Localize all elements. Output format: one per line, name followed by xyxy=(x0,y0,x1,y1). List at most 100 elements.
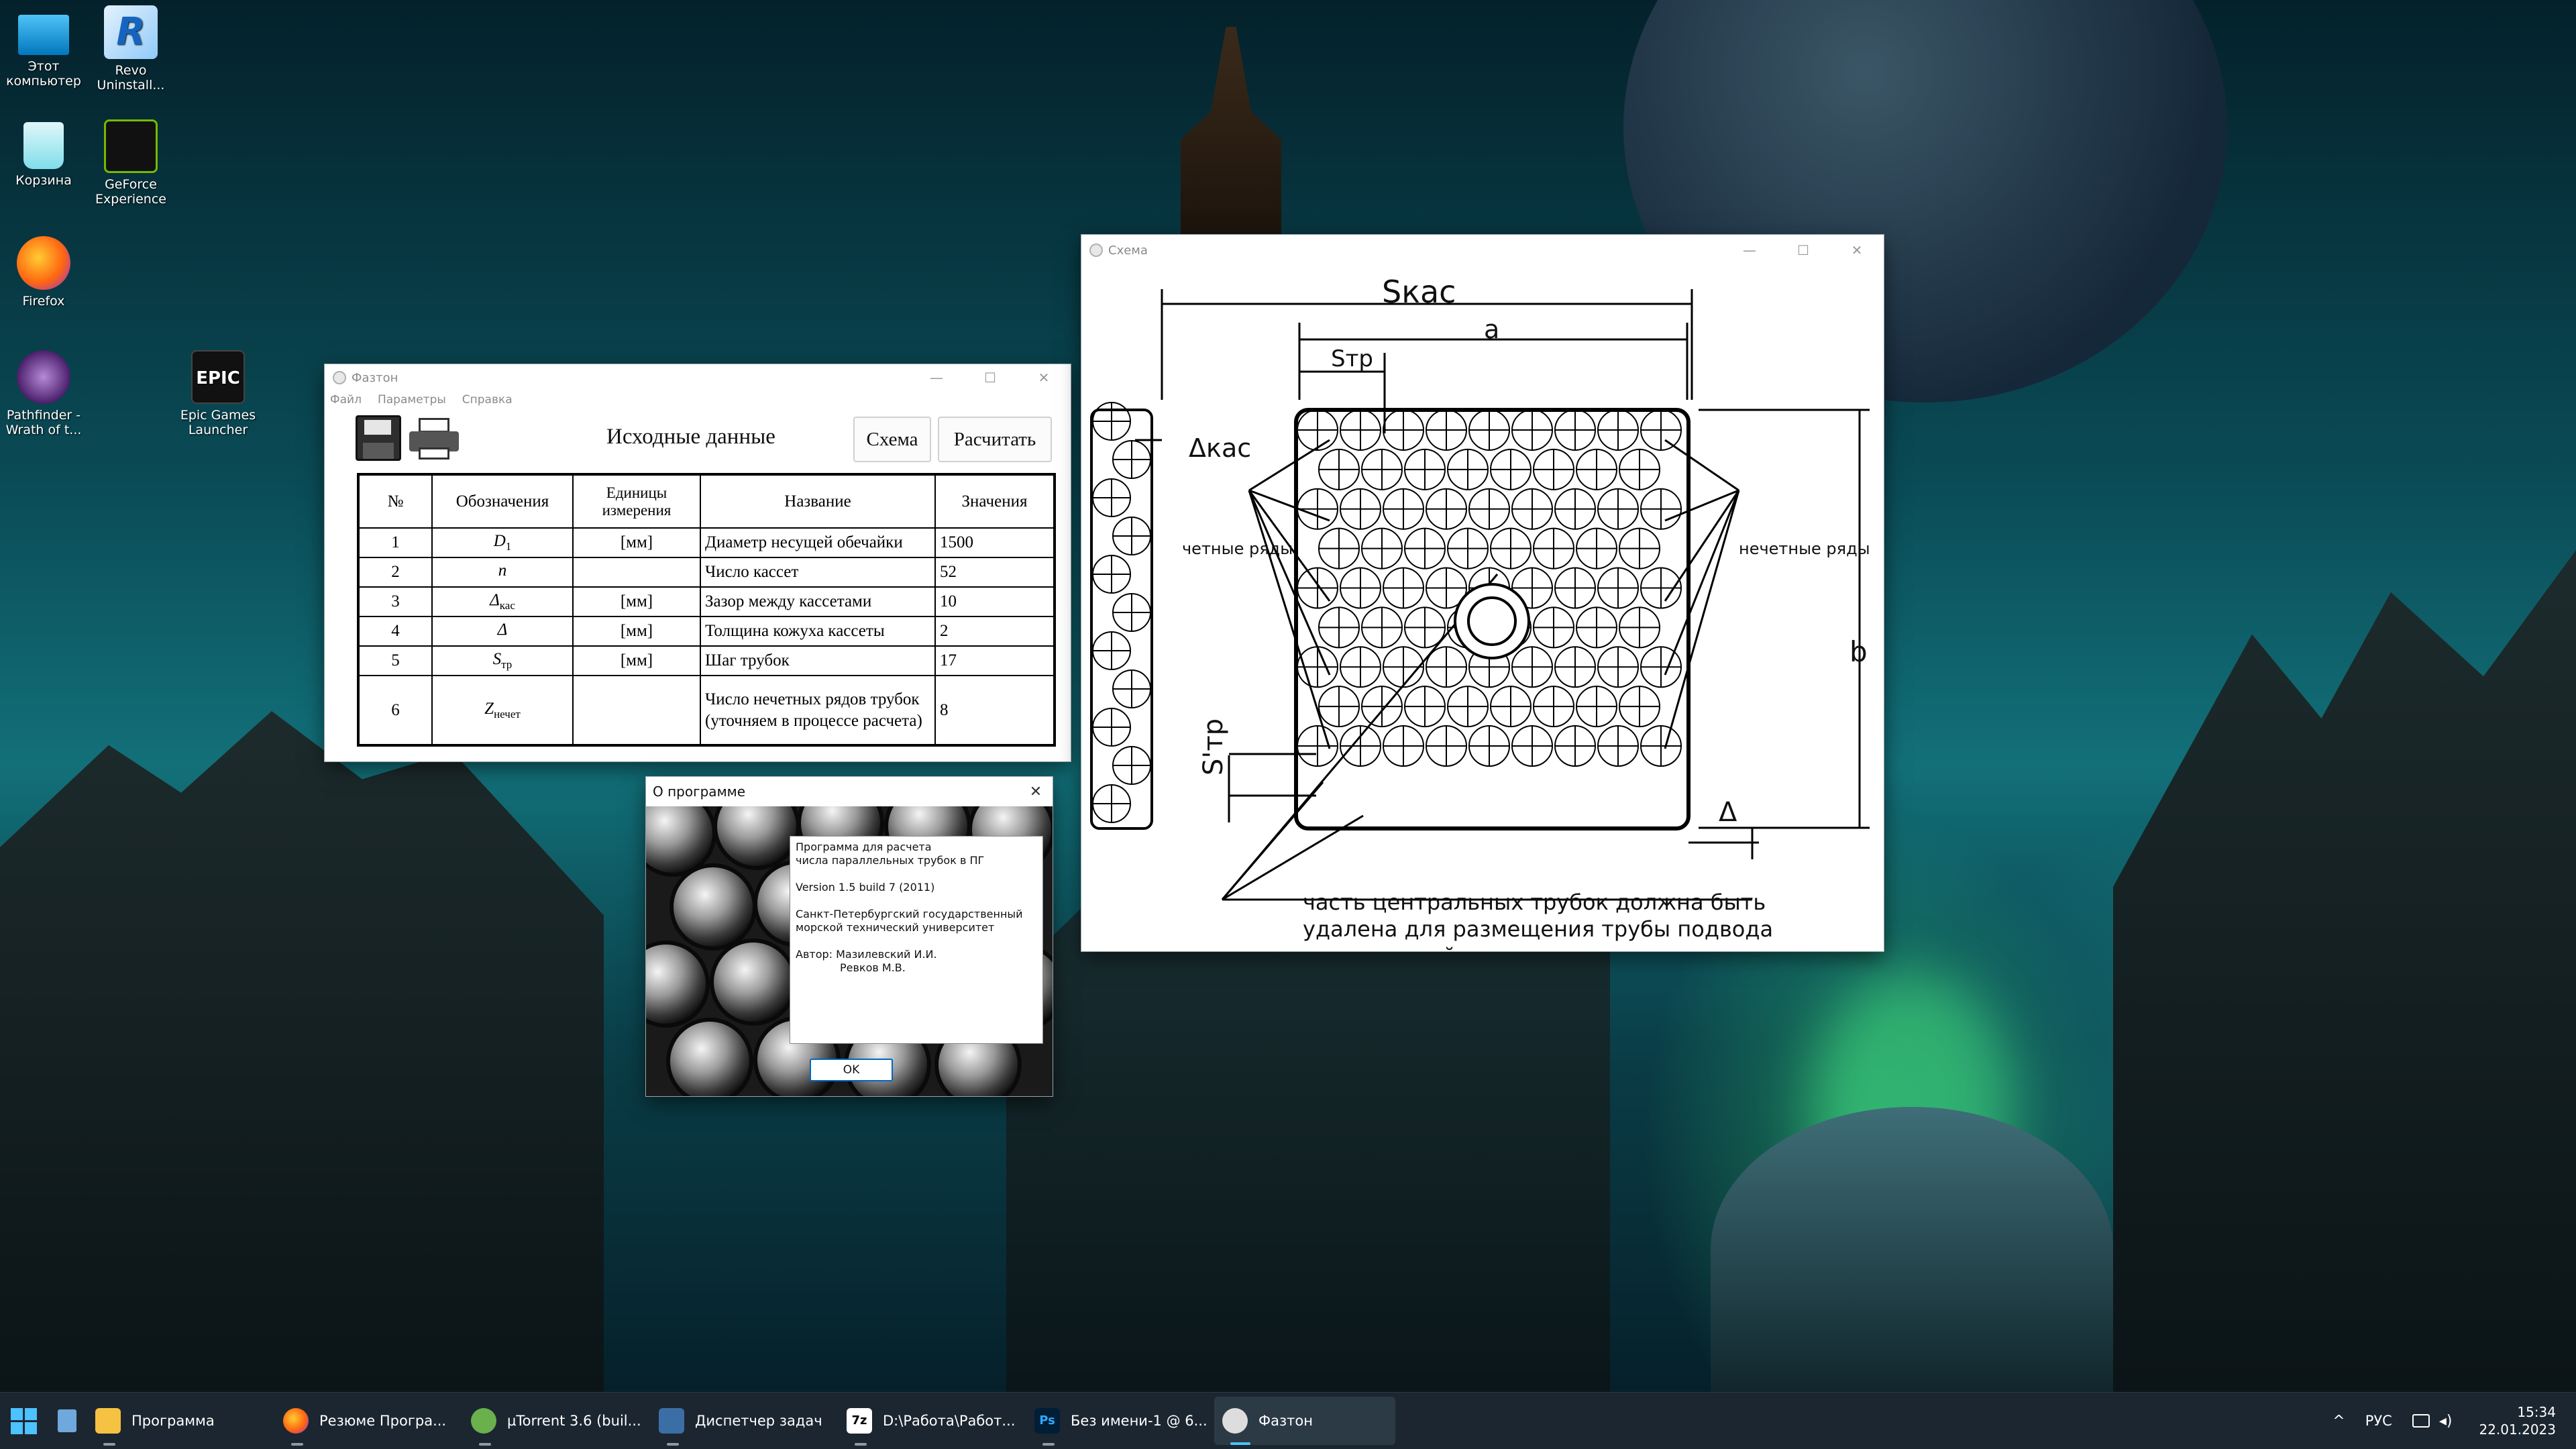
taskbar-item-firefox[interactable]: Резюме Програ... xyxy=(275,1393,463,1449)
desktop-icon-label: Корзина xyxy=(15,173,72,188)
revo-uninstaller-icon: R xyxy=(104,5,158,59)
s-kas-label: Sкас xyxy=(1382,274,1456,310)
cell-name: Шаг трубок xyxy=(700,645,936,676)
about-dialog-titlebar[interactable]: О программе ✕ xyxy=(646,777,1053,806)
even-rows-label: четные ряды xyxy=(1182,539,1293,558)
col-header-value: Значения xyxy=(934,474,1055,529)
start-button[interactable] xyxy=(0,1393,47,1449)
note-line-2: удалена для размещения трубы подвода xyxy=(1303,916,1773,942)
cell-value-input[interactable]: 8 xyxy=(934,675,1055,746)
menu-parameters[interactable]: Параметры xyxy=(378,393,446,407)
table-header-row: № Обозначения Единицы измерения Название… xyxy=(358,474,1055,529)
cell-number: 1 xyxy=(358,527,433,558)
clock[interactable]: 15:34 22.01.2023 xyxy=(2479,1403,2556,1438)
about-line: Санкт-Петербургский государственный xyxy=(796,908,1023,920)
cell-unit: [мм] xyxy=(572,527,701,558)
taskbar-item-7zip[interactable]: 7z D:\Работа\Работ... xyxy=(839,1393,1026,1449)
taskbar-item-faston[interactable]: Фазтон xyxy=(1214,1397,1395,1445)
firefox-icon xyxy=(17,236,70,290)
7zip-icon: 7z xyxy=(847,1408,872,1434)
close-button[interactable]: ✕ xyxy=(1017,364,1071,391)
cell-unit: [мм] xyxy=(572,586,701,617)
cell-symbol: D1 xyxy=(431,527,574,558)
feedwater-pipe-inner xyxy=(1467,596,1517,646)
main-window-titlebar[interactable]: Фазтон — ☐ ✕ xyxy=(325,364,1071,391)
desktop-icon-label: Этот компьютер xyxy=(6,59,81,89)
taskbar: Программа Резюме Програ... µTorrent 3.6 … xyxy=(0,1392,2576,1449)
desktop-icon-this-pc[interactable]: Этот компьютер xyxy=(0,8,94,89)
cell-value-input[interactable]: 1500 xyxy=(934,527,1055,558)
language-indicator[interactable]: РУС xyxy=(2365,1413,2392,1429)
cell-unit xyxy=(572,675,701,746)
odd-rows-label: нечетные ряды xyxy=(1739,539,1870,558)
close-icon[interactable]: ✕ xyxy=(1019,784,1053,800)
cell-value-input[interactable]: 10 xyxy=(934,586,1055,617)
taskbar-item-task-manager[interactable]: Диспетчер задач xyxy=(651,1393,839,1449)
desktop-icon-firefox[interactable]: Firefox xyxy=(0,236,94,309)
save-icon[interactable] xyxy=(356,415,401,461)
col-header-units: Единицы измерения xyxy=(572,474,701,529)
taskbar-item-label: Резюме Програ... xyxy=(319,1413,447,1429)
note-line-1: часть центральных трубок должна быть xyxy=(1303,890,1766,915)
delta-kas-label: Δкас xyxy=(1189,433,1251,463)
cliff-right xyxy=(2113,550,2576,1392)
cell-unit xyxy=(572,557,701,588)
table-row: 6 Zнечет Число нечетных рядов трубок (ут… xyxy=(358,675,1055,746)
network-icon[interactable] xyxy=(2412,1414,2430,1428)
print-icon[interactable] xyxy=(409,418,459,460)
geforce-icon xyxy=(104,119,158,173)
cell-name: Зазор между кассетами xyxy=(700,586,936,617)
about-line: числа параллельных трубок в ПГ xyxy=(796,854,985,867)
volume-icon[interactable]: ◂) xyxy=(2439,1413,2453,1430)
desktop-icon-label: Epic Games Launcher xyxy=(180,408,256,437)
taskbar-item-folder[interactable]: Программа xyxy=(87,1393,275,1449)
photoshop-icon: Ps xyxy=(1034,1408,1060,1434)
about-line: Программа для расчета xyxy=(796,841,932,853)
notepad-icon xyxy=(58,1409,76,1432)
menu-file[interactable]: Файл xyxy=(330,393,362,407)
ok-button[interactable]: OK xyxy=(810,1059,893,1081)
desktop-icon-revo[interactable]: R Revo Uninstall... xyxy=(80,5,181,93)
scheme-window-titlebar[interactable]: Схема — ☐ ✕ xyxy=(1081,235,1884,266)
cassette-scheme-drawing: Sкас a Sтр Δкас четные ряды нечетные ряд… xyxy=(1090,274,1870,951)
desktop-icon-label: Revo Uninstall... xyxy=(97,63,165,93)
cell-number: 6 xyxy=(358,675,433,746)
cell-name: Число кассет xyxy=(700,557,936,588)
cell-symbol: Δ xyxy=(431,616,574,647)
taskbar-item-utorrent[interactable]: µTorrent 3.6 (buil... xyxy=(463,1393,651,1449)
table-row: 3 Δкас [мм] Зазор между кассетами 10 xyxy=(358,586,1055,617)
desktop-wallpaper: Этот компьютер R Revo Uninstall... Корзи… xyxy=(0,0,2576,1392)
desktop-icon-geforce[interactable]: GeForce Experience xyxy=(80,119,181,207)
desktop-icon-label: Pathfinder - Wrath of t... xyxy=(5,408,82,437)
close-button[interactable]: ✕ xyxy=(1830,237,1884,264)
maximize-button[interactable]: ☐ xyxy=(1776,237,1830,264)
about-line: морской технический университет xyxy=(796,921,995,934)
widgets-button[interactable] xyxy=(47,1393,87,1449)
taskbar-item-label: D:\Работа\Работ... xyxy=(883,1413,1016,1429)
minimize-button[interactable]: — xyxy=(910,364,963,391)
utorrent-icon xyxy=(471,1408,496,1434)
scheme-button[interactable]: Схема xyxy=(853,417,931,462)
maximize-button[interactable]: ☐ xyxy=(963,364,1017,391)
table-row: 5 Sтр [мм] Шаг трубок 17 xyxy=(358,645,1055,676)
windows-logo-icon xyxy=(10,1407,37,1434)
cell-value-input[interactable]: 2 xyxy=(934,616,1055,647)
cell-symbol: Zнечет xyxy=(431,675,574,746)
cell-name: Толщина кожуха кассеты xyxy=(700,616,936,647)
desktop-icon-epic-games[interactable]: EPIC Epic Games Launcher xyxy=(168,350,268,437)
clock-time: 15:34 xyxy=(2517,1404,2556,1420)
cell-value-input[interactable]: 17 xyxy=(934,645,1055,676)
main-window-title: Фазтон xyxy=(352,370,398,385)
tray-chevron-icon[interactable]: ^ xyxy=(2332,1413,2345,1430)
calculate-button[interactable]: Расчитать xyxy=(938,417,1052,462)
desktop-icon-pathfinder[interactable]: Pathfinder - Wrath of t... xyxy=(0,350,94,437)
minimize-button[interactable]: — xyxy=(1723,237,1776,264)
desktop-icon-recycle-bin[interactable]: Корзина xyxy=(0,122,94,188)
taskbar-item-label: Без имени-1 @ 6... xyxy=(1071,1413,1208,1429)
menu-help[interactable]: Справка xyxy=(462,393,513,407)
table-row: 2 n Число кассет 52 xyxy=(358,557,1055,588)
cell-value-input[interactable]: 52 xyxy=(934,557,1055,588)
faston-app-icon xyxy=(1222,1408,1248,1434)
taskbar-item-photoshop[interactable]: Ps Без имени-1 @ 6... xyxy=(1026,1393,1214,1449)
dome-building xyxy=(1711,1107,2113,1392)
